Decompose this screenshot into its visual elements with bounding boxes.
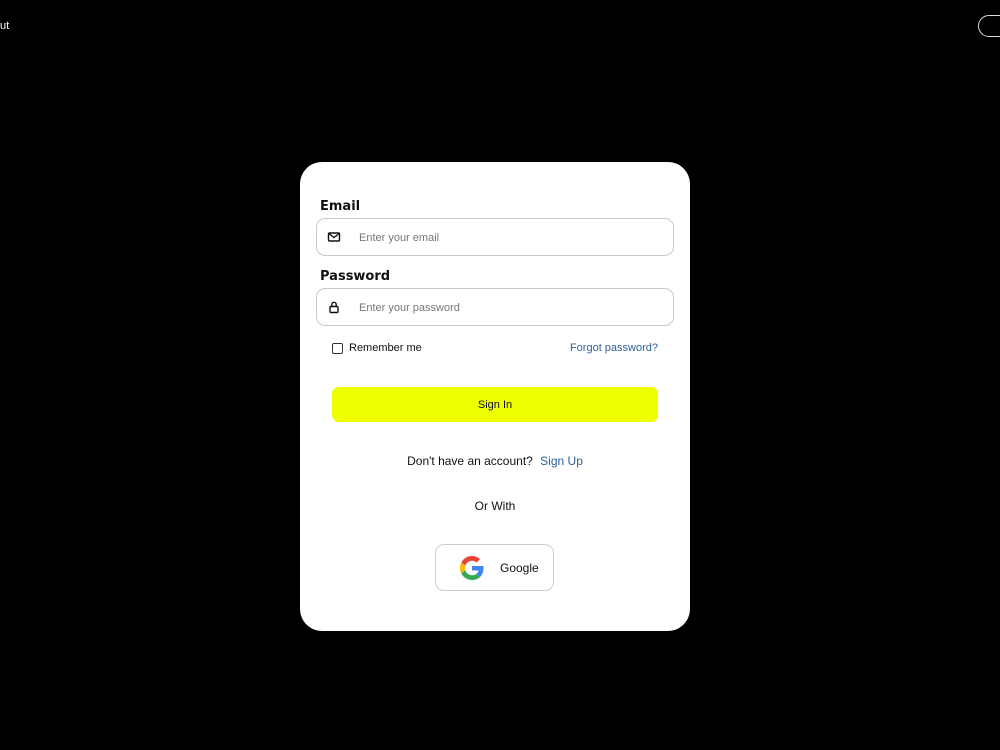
or-with-text: Or With	[474, 499, 516, 513]
password-label: Password	[320, 269, 391, 284]
google-sign-in-button[interactable]: Google	[435, 544, 554, 591]
sign-in-button[interactable]: Sign In	[332, 387, 658, 422]
signup-row: Don't have an account? Sign Up	[300, 454, 690, 468]
no-account-text: Don't have an account?	[407, 454, 533, 468]
google-icon	[460, 556, 484, 580]
password-field-wrapper[interactable]	[316, 288, 674, 327]
top-right-toggle[interactable]	[978, 15, 1000, 37]
remember-label: Remember me	[349, 342, 422, 354]
remember-checkbox[interactable]	[332, 342, 343, 354]
email-input[interactable]	[357, 219, 661, 257]
email-label: Email	[320, 199, 361, 214]
google-label: Google	[500, 561, 539, 575]
forgot-password-link[interactable]: Forgot password?	[570, 342, 658, 354]
sign-up-link[interactable]: Sign Up	[540, 454, 583, 468]
login-card: Email Password Remember me Forgot passwo…	[300, 162, 690, 631]
top-left-text[interactable]: ut	[0, 20, 9, 32]
password-input[interactable]	[357, 289, 661, 327]
remember-me[interactable]: Remember me	[332, 342, 422, 354]
lock-icon	[329, 301, 339, 314]
email-field-wrapper[interactable]	[316, 218, 674, 257]
envelope-icon	[327, 232, 341, 242]
